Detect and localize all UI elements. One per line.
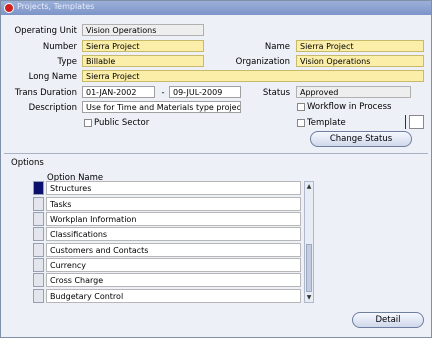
oracle-logo-icon	[4, 3, 14, 13]
row-selector[interactable]	[33, 212, 44, 226]
option-row[interactable]: Tasks	[46, 197, 301, 211]
operating-unit-label: Operating Unit	[14, 26, 77, 36]
title-bar[interactable]: Projects, Templates	[1, 1, 431, 15]
type-label: Type	[57, 57, 77, 67]
scroll-up-arrow-icon[interactable]: ▲	[305, 183, 313, 191]
template-label: Template	[307, 118, 346, 128]
options-section-label: Options	[11, 158, 44, 168]
option-row[interactable]: Budgetary Control	[46, 289, 301, 303]
long-name-field[interactable]: Sierra Project	[82, 70, 424, 82]
section-divider	[4, 153, 428, 154]
trans-duration-end-field[interactable]: 09-JUL-2009	[169, 86, 241, 98]
window-title: Projects, Templates	[17, 2, 95, 11]
number-label: Number	[42, 42, 77, 52]
operating-unit-field[interactable]: Vision Operations	[82, 24, 204, 36]
projects-templates-window: Projects, Templates Operating Unit Visio…	[0, 0, 432, 338]
workflow-in-process-checkbox[interactable]	[297, 103, 305, 111]
option-row[interactable]: Customers and Contacts	[46, 243, 301, 257]
options-scrollbar[interactable]: ▲ ▼	[304, 181, 314, 303]
public-sector-checkbox[interactable]	[84, 119, 92, 127]
descriptive-flexfield[interactable]	[409, 115, 424, 129]
long-name-label: Long Name	[28, 72, 77, 82]
public-sector-label: Public Sector	[94, 118, 150, 128]
row-selector[interactable]	[33, 273, 44, 287]
option-row[interactable]: Cross Charge	[46, 273, 301, 287]
option-row[interactable]: Currency	[46, 258, 301, 272]
row-selector[interactable]	[33, 197, 44, 211]
row-selector[interactable]	[33, 243, 44, 257]
name-field[interactable]: Sierra Project	[296, 40, 424, 52]
number-field[interactable]: Sierra Project	[82, 40, 204, 52]
workflow-in-process-label: Workflow in Process	[307, 102, 392, 112]
name-label: Name	[264, 42, 290, 52]
option-row[interactable]: Structures	[46, 181, 301, 195]
trans-duration-start-field[interactable]: 01-JAN-2002	[82, 86, 155, 98]
description-label: Description	[28, 103, 77, 113]
row-selector[interactable]	[33, 289, 44, 303]
change-status-button[interactable]: Change Status	[310, 131, 412, 147]
detail-button[interactable]: Detail	[352, 312, 424, 328]
row-selector[interactable]	[33, 258, 44, 272]
trans-duration-separator: -	[161, 88, 165, 98]
description-field[interactable]: Use for Time and Materials type projects	[82, 101, 241, 113]
status-label: Status	[262, 88, 290, 98]
organization-label: Organization	[235, 57, 290, 67]
scroll-down-arrow-icon[interactable]: ▼	[305, 294, 313, 302]
scrollbar-thumb[interactable]	[306, 244, 312, 292]
row-selector[interactable]	[33, 181, 44, 195]
status-field[interactable]: Approved	[296, 86, 411, 98]
type-field[interactable]: Billable	[82, 55, 204, 67]
template-checkbox[interactable]	[297, 119, 305, 127]
option-row[interactable]: Workplan Information	[46, 212, 301, 226]
row-selector[interactable]	[33, 227, 44, 241]
organization-field[interactable]: Vision Operations	[296, 55, 424, 67]
descriptive-flexfield-left-bracket	[405, 115, 406, 129]
trans-duration-label: Trans Duration	[14, 88, 77, 98]
option-row[interactable]: Classifications	[46, 227, 301, 241]
